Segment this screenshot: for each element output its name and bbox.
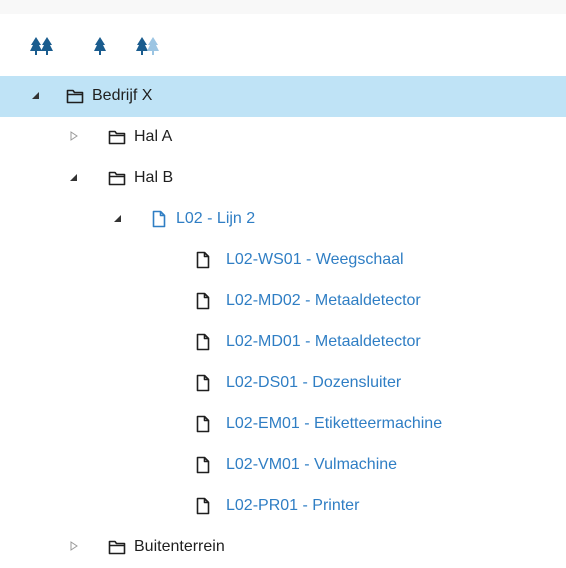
tree-node-lijn-2[interactable]: L02 - Lijn 2 bbox=[0, 199, 566, 240]
tree-node-machine[interactable]: L02-EM01 - Etiketteermachine bbox=[0, 404, 566, 445]
document-icon bbox=[195, 251, 211, 269]
expanded-caret-icon[interactable] bbox=[68, 171, 80, 183]
tree-node-buitenterrein[interactable]: Buitenterrein bbox=[0, 527, 566, 568]
folder-icon bbox=[108, 169, 126, 187]
expanded-caret-icon[interactable] bbox=[112, 212, 124, 224]
trees-icon bbox=[30, 37, 53, 55]
expand-all-button[interactable] bbox=[30, 36, 56, 58]
tree-node-hal-a[interactable]: Hal A bbox=[0, 117, 566, 158]
document-icon bbox=[195, 415, 211, 433]
tree-node-label[interactable]: L02-MD02 - Metaaldetector bbox=[226, 291, 421, 311]
tree-node-label[interactable]: L02-DS01 - Dozensluiter bbox=[226, 373, 401, 393]
collapsed-caret-icon[interactable] bbox=[68, 130, 80, 142]
tree-node-label[interactable]: Hal A bbox=[134, 127, 172, 147]
tree-node-bedrijf-x[interactable]: Bedrijf X bbox=[0, 76, 566, 117]
tree-node-hal-b[interactable]: Hal B bbox=[0, 158, 566, 199]
tree-node-label[interactable]: L02-PR01 - Printer bbox=[226, 496, 359, 516]
tree-node-label[interactable]: L02 - Lijn 2 bbox=[176, 209, 255, 229]
document-icon bbox=[195, 456, 211, 474]
document-icon bbox=[195, 292, 211, 310]
top-bar bbox=[0, 0, 566, 14]
tree-node-machine[interactable]: L02-MD01 - Metaaldetector bbox=[0, 322, 566, 363]
tree-node-machine[interactable]: L02-PR01 - Printer bbox=[0, 486, 566, 527]
tree-node-label[interactable]: L02-WS01 - Weegschaal bbox=[226, 250, 404, 270]
expanded-caret-icon[interactable] bbox=[30, 89, 42, 101]
folder-icon bbox=[108, 538, 126, 556]
tree-node-machine[interactable]: L02-WS01 - Weegschaal bbox=[0, 240, 566, 281]
tree-node-label[interactable]: L02-VM01 - Vulmachine bbox=[226, 455, 397, 475]
document-icon bbox=[195, 333, 211, 351]
tree-node-label[interactable]: L02-EM01 - Etiketteermachine bbox=[226, 414, 442, 434]
collapsed-caret-icon[interactable] bbox=[68, 540, 80, 552]
tree-node-label[interactable]: L02-MD01 - Metaaldetector bbox=[226, 332, 421, 352]
trees-faded-icon bbox=[136, 37, 159, 55]
document-icon bbox=[195, 374, 211, 392]
tree-icon bbox=[94, 37, 106, 55]
tree-node-machine[interactable]: L02-DS01 - Dozensluiter bbox=[0, 363, 566, 404]
expand-level-button[interactable] bbox=[93, 36, 107, 58]
collapse-all-button[interactable] bbox=[136, 36, 162, 58]
tree-node-machine[interactable]: L02-MD02 - Metaaldetector bbox=[0, 281, 566, 322]
folder-icon bbox=[108, 128, 126, 146]
tree-node-label[interactable]: Buitenterrein bbox=[134, 537, 225, 557]
tree-node-label[interactable]: Bedrijf X bbox=[92, 86, 152, 106]
document-icon bbox=[151, 210, 167, 228]
document-icon bbox=[195, 497, 211, 515]
folder-icon bbox=[66, 87, 84, 105]
tree-node-label[interactable]: Hal B bbox=[134, 168, 173, 188]
tree-node-machine[interactable]: L02-VM01 - Vulmachine bbox=[0, 445, 566, 486]
